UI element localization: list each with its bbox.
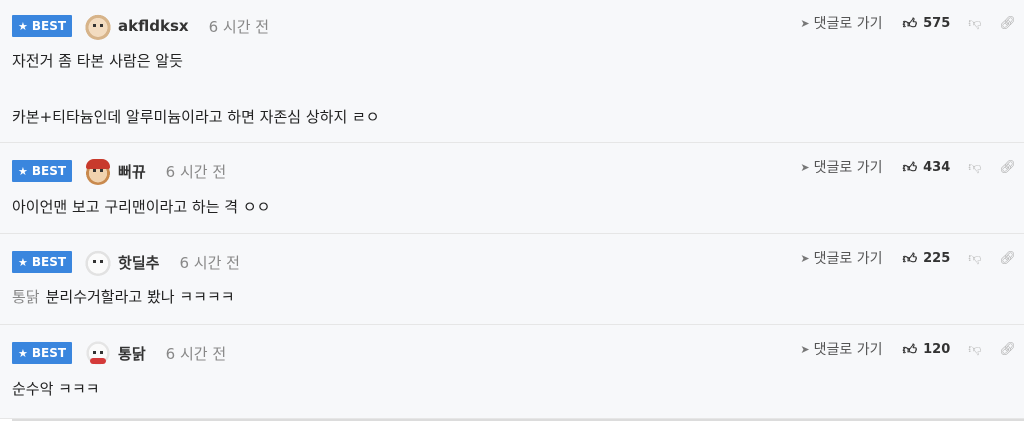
best-badge: ★ BEST [12, 160, 73, 182]
thumbs-up-icon: 👍︎ [902, 15, 918, 32]
thumbs-down-icon[interactable]: 👎︎ [968, 251, 981, 266]
comment-item: ★ BEST 핫딜추 6 시간 전 ➤ 댓글로 가기 👍︎ 225 👎︎ 🔗︎ 통닭 분… [0, 234, 1024, 325]
comment-actions: ➤ 댓글로 가기 👍︎ 120 👎︎ 🔗︎ [800, 337, 1024, 361]
avatar[interactable] [84, 339, 113, 367]
thumbs-down-icon[interactable]: 👎︎ [968, 16, 981, 31]
goto-comment-link[interactable]: ➤ 댓글로 가기 [800, 13, 882, 33]
nickname[interactable]: 통닭 [118, 343, 146, 364]
timestamp: 6 시간 전 [165, 344, 227, 363]
comment-actions: ➤ 댓글로 가기 👍︎ 434 👎︎ 🔗︎ [800, 155, 1024, 179]
nickname[interactable]: 뻐뀨 [118, 161, 146, 182]
like-button[interactable]: 👍︎ 225 [903, 250, 951, 267]
best-badge: ★ BEST [12, 251, 73, 273]
comment-text: 통닭 분리수거할라고 봤나 ㅋㅋㅋㅋ [12, 288, 235, 306]
star-icon: ★ [18, 19, 28, 33]
comment-list: ★ BEST akfldksx 6 시간 전 ➤ 댓글로 가기 👍︎ 575 👎︎ 🔗… [0, 0, 1024, 421]
comment-header: ★ BEST 핫딜추 6 시간 전 [12, 247, 240, 277]
comment-actions: ➤ 댓글로 가기 👍︎ 575 👎︎ 🔗︎ [800, 11, 1024, 35]
send-arrow-icon: ➤ [800, 251, 810, 265]
comment-item: ★ BEST 통닭 6 시간 전 ➤ 댓글로 가기 👍︎ 120 👎︎ 🔗︎ 순수악 … [0, 325, 1024, 419]
avatar[interactable] [84, 12, 113, 40]
mention-link[interactable]: 통닭 [12, 288, 40, 306]
timestamp: 6 시간 전 [165, 162, 227, 181]
comment-header: ★ BEST 통닭 6 시간 전 [12, 338, 226, 368]
comment-header: ★ BEST akfldksx 6 시간 전 [12, 11, 269, 41]
link-icon[interactable]: 🔗︎ [999, 342, 1016, 357]
thumbs-up-icon: 👍︎ [902, 159, 918, 176]
star-icon: ★ [18, 346, 28, 360]
send-arrow-icon: ➤ [800, 16, 810, 30]
like-button[interactable]: 👍︎ 575 [903, 15, 951, 32]
comment-item: ★ BEST akfldksx 6 시간 전 ➤ 댓글로 가기 👍︎ 575 👎︎ 🔗… [0, 0, 1024, 143]
thumbs-up-icon: 👍︎ [902, 250, 918, 267]
comment-text: 순수악 ㅋㅋㅋ [12, 380, 100, 398]
like-button[interactable]: 👍︎ 434 [903, 159, 951, 176]
comment-text: 카본+티타늄인데 알루미늄이라고 하면 자존심 상하지 ㄹㅇ [12, 108, 380, 126]
link-icon[interactable]: 🔗︎ [999, 16, 1016, 31]
send-arrow-icon: ➤ [800, 342, 810, 356]
best-badge: ★ BEST [12, 342, 73, 364]
comment-text: 아이언맨 보고 구리맨이라고 하는 격 ㅇㅇ [12, 198, 271, 216]
link-icon[interactable]: 🔗︎ [999, 251, 1016, 266]
link-icon[interactable]: 🔗︎ [999, 160, 1016, 175]
timestamp: 6 시간 전 [179, 253, 240, 272]
goto-comment-link[interactable]: ➤ 댓글로 가기 [800, 248, 882, 268]
star-icon: ★ [18, 255, 28, 269]
avatar[interactable] [84, 248, 113, 276]
avatar[interactable] [84, 157, 113, 185]
nickname[interactable]: 핫딜추 [118, 252, 159, 273]
like-count: 225 [923, 250, 951, 266]
goto-comment-link[interactable]: ➤ 댓글로 가기 [800, 339, 882, 359]
like-count: 575 [923, 15, 951, 31]
comment-header: ★ BEST 뻐뀨 6 시간 전 [12, 156, 226, 186]
comment-actions: ➤ 댓글로 가기 👍︎ 225 👎︎ 🔗︎ [800, 246, 1024, 270]
star-icon: ★ [18, 164, 28, 178]
timestamp: 6 시간 전 [208, 17, 270, 36]
comment-item: ★ BEST 뻐뀨 6 시간 전 ➤ 댓글로 가기 👍︎ 434 👎︎ 🔗︎ 아이언맨… [0, 143, 1024, 234]
like-count: 120 [923, 341, 951, 357]
comment-text: 자전거 좀 타본 사람은 알듯 [12, 52, 183, 70]
nickname[interactable]: akfldksx [118, 17, 189, 35]
thumbs-down-icon[interactable]: 👎︎ [968, 342, 981, 357]
goto-comment-link[interactable]: ➤ 댓글로 가기 [800, 157, 882, 177]
like-count: 434 [923, 159, 951, 175]
best-badge: ★ BEST [12, 15, 73, 37]
like-button[interactable]: 👍︎ 120 [903, 341, 951, 358]
send-arrow-icon: ➤ [800, 160, 810, 174]
thumbs-down-icon[interactable]: 👎︎ [968, 160, 981, 175]
thumbs-up-icon: 👍︎ [902, 341, 918, 358]
